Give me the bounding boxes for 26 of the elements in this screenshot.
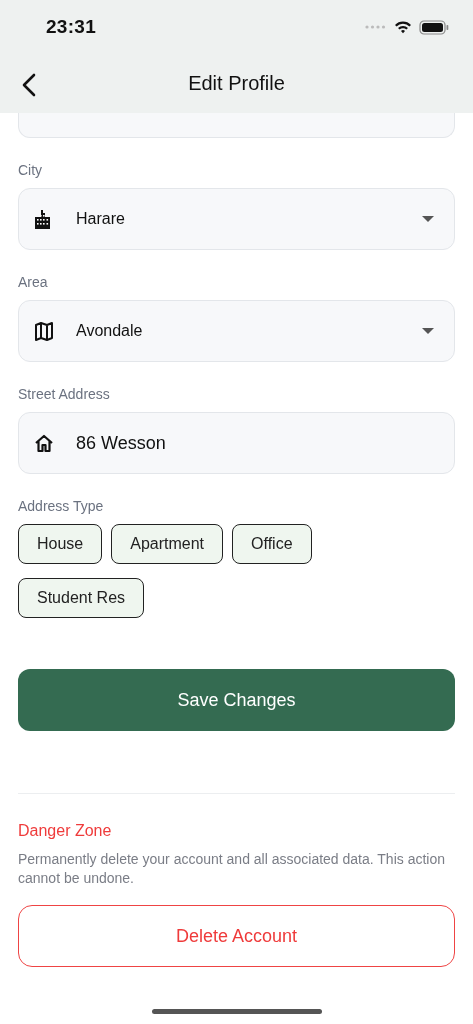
field-label: Street Address	[18, 386, 111, 402]
input-field[interactable]: 86 Wesson	[18, 412, 455, 474]
address-type-chip[interactable]: Office	[232, 524, 312, 564]
battery-icon	[419, 19, 449, 35]
map-icon	[34, 321, 54, 341]
danger-zone-description: Permanently delete your account and all associated data. This action cannot be undone.	[18, 850, 446, 888]
caret-icon	[422, 216, 434, 222]
caret-icon	[422, 328, 434, 334]
field-label: Address Type	[18, 498, 105, 514]
address-type-chip[interactable]: Apartment	[111, 524, 224, 564]
house-icon	[34, 433, 54, 453]
input-field[interactable]	[18, 113, 455, 138]
screen-title: Edit Profile	[188, 72, 285, 95]
status-time: 23:31	[46, 16, 97, 38]
field-label: Area	[18, 274, 49, 290]
address-type-chip[interactable]: House	[18, 524, 103, 564]
dropdown[interactable]: Harare	[18, 188, 455, 250]
wifi-icon	[394, 20, 412, 34]
danger-zone-heading: Danger Zone	[18, 822, 113, 840]
back-icon	[22, 73, 36, 97]
signal-icon	[365, 24, 387, 30]
address-type-chip[interactable]: Student Res	[18, 578, 145, 618]
dropdown[interactable]: Avondale	[18, 300, 455, 362]
delete-account-button[interactable]: Delete Account	[18, 905, 455, 967]
save-button[interactable]: Save Changes	[18, 669, 455, 731]
field-label: City	[18, 162, 44, 178]
